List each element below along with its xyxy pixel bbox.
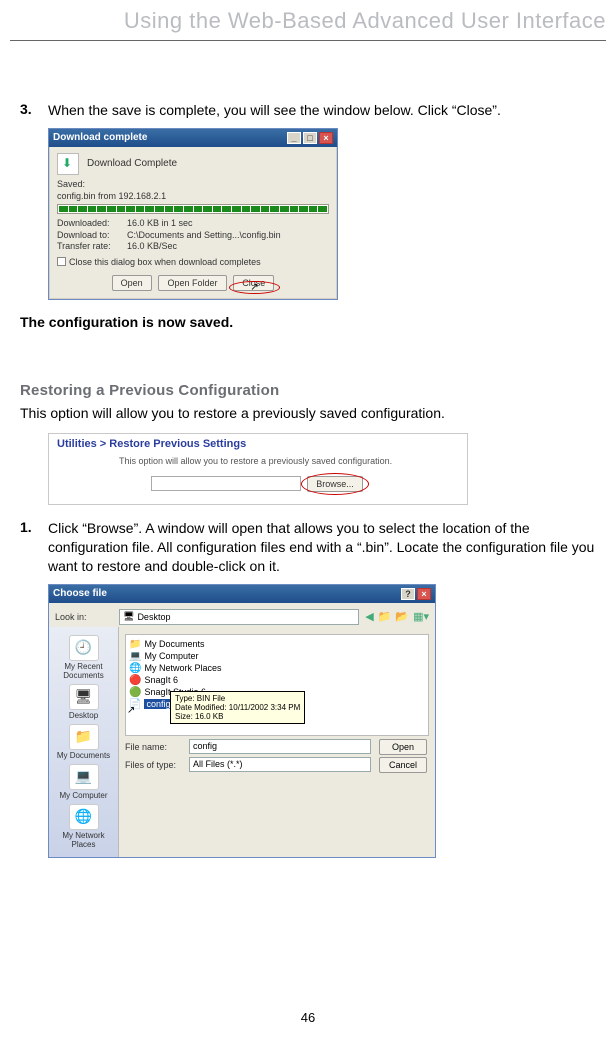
computer-icon: 💻: [129, 651, 141, 662]
list-item[interactable]: 🌐My Network Places: [129, 663, 425, 674]
restore-breadcrumb: Utilities > Restore Previous Settings: [57, 438, 459, 450]
desktop-icon: 🖥: [69, 684, 99, 710]
step-text: When the save is complete, you will see …: [48, 101, 501, 120]
dialog-titlebar: Download complete _ □ ×: [49, 129, 337, 147]
step-number: 3.: [20, 101, 48, 117]
progress-bar: [57, 204, 329, 214]
sidebar-recent[interactable]: 🕘My Recent Documents: [51, 635, 116, 680]
tooltip-modified: Date Modified: 10/11/2002 3:34 PM: [175, 703, 300, 712]
window-close-button[interactable]: ×: [319, 132, 333, 144]
list-item[interactable]: 🔴SnagIt 6: [129, 675, 425, 686]
step-1: 1. Click “Browse”. A window will open th…: [20, 519, 596, 576]
close-button[interactable]: Close: [233, 275, 274, 291]
dialog-titlebar: Choose file ? ×: [49, 585, 435, 603]
tooltip-size: Size: 16.0 KB: [175, 712, 300, 721]
computer-icon: 💻: [69, 764, 99, 790]
download-complete-label: Download Complete: [87, 158, 177, 169]
transfer-rate-label: Transfer rate:: [57, 241, 127, 253]
choose-file-dialog: Choose file ? × Look in: 🖥Desktop ◀ 📁 📂 …: [48, 584, 436, 858]
filetype-label: Files of type:: [125, 760, 183, 770]
maximize-button[interactable]: □: [303, 132, 317, 144]
restore-file-input[interactable]: [151, 476, 301, 491]
file-name: My Computer: [144, 651, 198, 661]
cancel-button[interactable]: Cancel: [379, 757, 427, 773]
sidebar-label: Desktop: [69, 711, 98, 720]
list-item[interactable]: 💻My Computer: [129, 651, 425, 662]
close-when-done-label: Close this dialog box when download comp…: [69, 257, 261, 267]
page-content: 3. When the save is complete, you will s…: [0, 41, 616, 858]
filetype-select[interactable]: All Files (*.*): [189, 757, 371, 772]
download-icon: [57, 153, 79, 175]
transfer-rate-value: 16.0 KB/Sec: [127, 241, 177, 253]
downloaded-label: Downloaded:: [57, 218, 127, 230]
recent-icon: 🕘: [69, 635, 99, 661]
config-saved-statement: The configuration is now saved.: [20, 314, 596, 330]
download-complete-dialog: Download complete _ □ × Download Complet…: [48, 128, 338, 300]
file-name: config: [144, 699, 172, 709]
look-in-label: Look in:: [55, 612, 113, 622]
open-button[interactable]: Open: [112, 275, 152, 291]
download-to-label: Download to:: [57, 230, 127, 242]
download-to-value: C:\Documents and Setting...\config.bin: [127, 230, 281, 242]
up-icon[interactable]: 📁: [378, 610, 392, 623]
look-in-select[interactable]: 🖥Desktop: [119, 609, 359, 625]
new-folder-icon[interactable]: 📂: [395, 610, 409, 623]
sidebar-mycomputer[interactable]: 💻My Computer: [51, 764, 116, 800]
step-text: Click “Browse”. A window will open that …: [48, 519, 596, 576]
step-3: 3. When the save is complete, you will s…: [20, 101, 596, 120]
list-item[interactable]: 📁My Documents: [129, 639, 425, 650]
dialog-title: Choose file: [53, 588, 107, 599]
file-name: My Documents: [144, 639, 204, 649]
file-tooltip: Type: BIN File Date Modified: 10/11/2002…: [170, 691, 305, 724]
page-header: Using the Web-Based Advanced User Interf…: [0, 0, 616, 40]
open-button[interactable]: Open: [379, 739, 427, 755]
network-icon: 🌐: [69, 804, 99, 830]
breadcrumb-page: Restore Previous Settings: [109, 438, 246, 450]
restore-settings-panel: Utilities > Restore Previous Settings Th…: [48, 433, 468, 505]
page-number: 46: [0, 1010, 616, 1025]
file-icon: 📄: [129, 699, 141, 710]
close-when-done-checkbox[interactable]: [57, 257, 66, 266]
app-icon: 🟢: [129, 687, 141, 698]
network-icon: 🌐: [129, 663, 141, 674]
view-menu-icon[interactable]: ▦▾: [413, 610, 429, 623]
sidebar-label: My Computer: [59, 791, 107, 800]
desktop-icon: 🖥: [123, 611, 134, 622]
breadcrumb-prefix: Utilities >: [57, 438, 109, 450]
open-folder-button[interactable]: Open Folder: [158, 275, 226, 291]
saved-path: config.bin from 192.168.2.1: [57, 191, 329, 201]
filename-label: File name:: [125, 742, 183, 752]
file-name: SnagIt 6: [144, 675, 178, 685]
file-name: My Network Places: [144, 663, 221, 673]
file-list[interactable]: 📁My Documents 💻My Computer 🌐My Network P…: [125, 634, 429, 736]
folder-icon: 📁: [129, 639, 141, 650]
sidebar-desktop[interactable]: 🖥Desktop: [51, 684, 116, 720]
window-close-button[interactable]: ×: [417, 588, 431, 600]
back-icon[interactable]: ◀: [365, 610, 373, 623]
browse-button[interactable]: Browse...: [307, 476, 363, 492]
restore-description: This option will allow you to restore a …: [20, 405, 596, 421]
look-in-value: Desktop: [137, 612, 170, 622]
folder-icon: 📁: [69, 724, 99, 750]
filename-input[interactable]: config: [189, 739, 371, 754]
places-sidebar: 🕘My Recent Documents 🖥Desktop 📁My Docume…: [49, 627, 119, 857]
saved-label: Saved:: [57, 179, 329, 189]
sidebar-label: My Recent Documents: [63, 662, 103, 680]
dialog-title: Download complete: [53, 132, 147, 143]
downloaded-value: 16.0 KB in 1 sec: [127, 218, 193, 230]
step-number: 1.: [20, 519, 48, 535]
sidebar-network[interactable]: 🌐My Network Places: [51, 804, 116, 849]
restore-panel-desc: This option will allow you to restore a …: [119, 456, 459, 466]
sidebar-label: My Documents: [57, 751, 110, 760]
restore-heading: Restoring a Previous Configuration: [20, 382, 596, 399]
help-button[interactable]: ?: [401, 588, 415, 600]
tooltip-type: Type: BIN File: [175, 694, 300, 703]
minimize-button[interactable]: _: [287, 132, 301, 144]
sidebar-mydocs[interactable]: 📁My Documents: [51, 724, 116, 760]
app-icon: 🔴: [129, 675, 141, 686]
sidebar-label: My Network Places: [62, 831, 104, 849]
